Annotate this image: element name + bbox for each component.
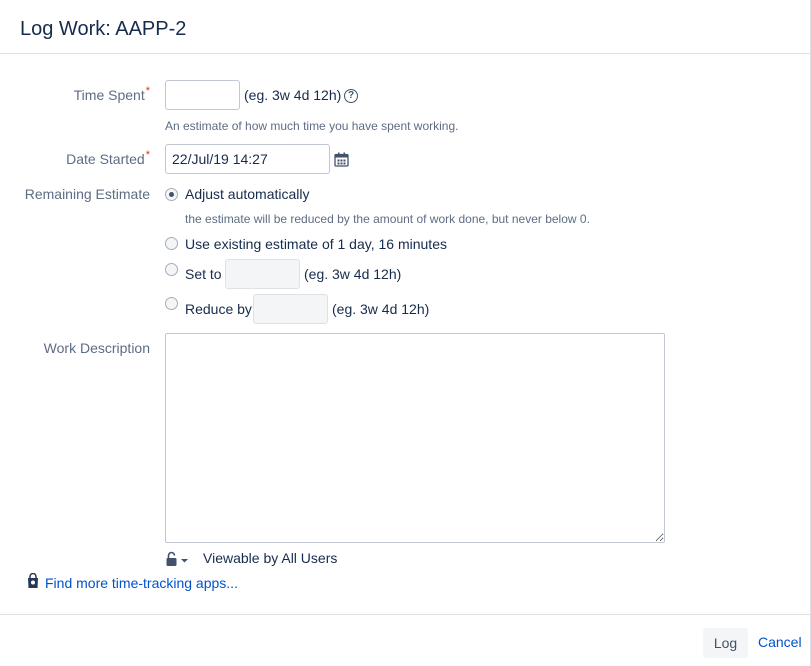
- log-work-dialog: Log Work: AAPP-2 Time Spent* (eg. 3w 4d …: [0, 0, 811, 666]
- work-description-textarea[interactable]: [165, 333, 665, 543]
- radio-use-existing-estimate-label[interactable]: Use existing estimate of 1 day, 16 minut…: [185, 236, 447, 252]
- required-mark: *: [145, 85, 150, 97]
- time-spent-description: An estimate of how much time you have sp…: [165, 119, 459, 133]
- reduce-by-hint: (eg. 3w 4d 12h): [332, 301, 430, 317]
- remaining-estimate-label: Remaining Estimate: [24, 186, 150, 202]
- radio-set-to-label[interactable]: Set to: [185, 266, 222, 282]
- required-mark: *: [145, 149, 150, 161]
- date-started-label: Date Started*: [66, 149, 150, 167]
- log-button[interactable]: Log: [703, 628, 748, 658]
- lock-dropdown-icon[interactable]: [165, 551, 191, 567]
- find-time-tracking-apps-link[interactable]: Find more time-tracking apps...: [45, 575, 238, 591]
- work-description-label: Work Description: [43, 340, 150, 356]
- date-started-input[interactable]: [165, 144, 330, 174]
- time-spent-hint: (eg. 3w 4d 12h): [244, 87, 342, 103]
- help-icon[interactable]: ?: [344, 89, 358, 103]
- set-to-hint: (eg. 3w 4d 12h): [304, 266, 402, 282]
- time-spent-input[interactable]: [165, 80, 240, 110]
- cancel-link[interactable]: Cancel: [758, 634, 802, 650]
- radio-adjust-automatically[interactable]: [165, 188, 178, 201]
- marketplace-bag-icon: [27, 572, 39, 589]
- radio-adjust-automatically-label[interactable]: Adjust automatically: [185, 186, 310, 202]
- radio-reduce-by[interactable]: [165, 297, 178, 310]
- adjust-automatically-description: the estimate will be reduced by the amou…: [185, 212, 590, 226]
- visibility-label: Viewable by All Users: [203, 550, 338, 566]
- reduce-by-input[interactable]: [253, 294, 328, 324]
- radio-use-existing-estimate[interactable]: [165, 237, 178, 250]
- dialog-title: Log Work: AAPP-2: [20, 18, 187, 40]
- radio-set-to[interactable]: [165, 263, 178, 276]
- dialog-footer: [0, 614, 810, 666]
- set-to-input[interactable]: [225, 259, 300, 289]
- dialog-header: Log Work: AAPP-2: [0, 0, 810, 54]
- radio-reduce-by-label[interactable]: Reduce by: [185, 301, 252, 317]
- calendar-icon[interactable]: [334, 152, 349, 167]
- time-spent-label: Time Spent*: [73, 85, 150, 103]
